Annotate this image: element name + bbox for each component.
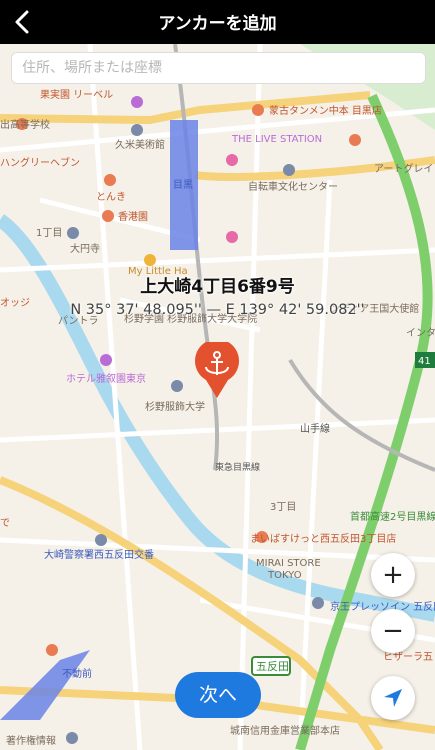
svg-text:まいばすけっと西五反田3丁目店: まいばすけっと西五反田3丁目店 bbox=[250, 532, 396, 545]
route-41-badge: 41 bbox=[415, 352, 435, 368]
svg-text:果実園 リーベル: 果実園 リーベル bbox=[40, 88, 113, 101]
svg-text:ホテル雅叙園東京: ホテル雅叙園東京 bbox=[66, 372, 146, 385]
svg-text:城南信用金庫営業部本店: 城南信用金庫営業部本店 bbox=[230, 724, 340, 737]
locate-me-icon[interactable] bbox=[371, 676, 415, 720]
next-button[interactable]: 次へ bbox=[175, 672, 261, 718]
svg-text:出高等学校: 出高等学校 bbox=[0, 118, 50, 131]
svg-text:大円寺: 大円寺 bbox=[70, 242, 100, 255]
svg-text:THE LIVE STATION: THE LIVE STATION bbox=[231, 134, 322, 145]
svg-text:1丁目: 1丁目 bbox=[36, 228, 62, 239]
zoom-in-button[interactable]: + bbox=[371, 553, 415, 597]
anchor-coordinates: N 35° 37' 48.095'' — E 139° 42' 59.082'' bbox=[70, 302, 365, 318]
page-title: アンカーを追加 bbox=[158, 14, 277, 34]
svg-text:香港園: 香港園 bbox=[118, 211, 148, 223]
svg-text:蒙古タンメン中本 目黒店: 蒙古タンメン中本 目黒店 bbox=[269, 104, 382, 117]
svg-text:MIRAI STORE: MIRAI STORE bbox=[256, 558, 321, 569]
svg-text:41: 41 bbox=[418, 356, 431, 367]
svg-text:で: で bbox=[0, 518, 10, 529]
svg-text:アートグレイ: アートグレイ bbox=[374, 162, 433, 175]
svg-text:ハングリーヘブン: ハングリーヘブン bbox=[0, 156, 80, 169]
search-bar bbox=[11, 52, 426, 84]
svg-text:自転車文化センター: 自転車文化センター bbox=[248, 180, 338, 193]
svg-text:久米美術館: 久米美術館 bbox=[115, 138, 165, 151]
svg-text:首都高速2号目黒線: 首都高速2号目黒線 bbox=[350, 510, 435, 523]
svg-text:とんき: とんき bbox=[96, 191, 126, 203]
zoom-out-button[interactable]: − bbox=[371, 609, 415, 653]
svg-text:東急目黒線: 東急目黒線 bbox=[215, 461, 260, 473]
gotanda-sign: 五反田 bbox=[251, 656, 291, 676]
top-bar: アンカーを追加 bbox=[0, 0, 435, 44]
svg-text:杉野服飾大学: 杉野服飾大学 bbox=[145, 400, 205, 413]
svg-text:著作権情報: 著作権情報 bbox=[6, 734, 56, 747]
svg-text:不動前: 不動前 bbox=[62, 667, 92, 680]
svg-text:インタ: インタ bbox=[406, 327, 435, 339]
anchor-address: 上大崎4丁目6番9号 bbox=[140, 277, 295, 297]
svg-text:五反田: 五反田 bbox=[256, 660, 289, 673]
search-input[interactable] bbox=[20, 53, 419, 83]
svg-text:大崎警察署西五反田交番: 大崎警察署西五反田交番 bbox=[44, 548, 154, 561]
svg-text:TOKYO: TOKYO bbox=[267, 570, 302, 581]
svg-text:3丁目: 3丁目 bbox=[270, 502, 296, 513]
anchor-pin-icon[interactable] bbox=[192, 338, 242, 400]
svg-text:山手線: 山手線 bbox=[300, 422, 330, 435]
svg-text:目黒: 目黒 bbox=[173, 179, 193, 191]
